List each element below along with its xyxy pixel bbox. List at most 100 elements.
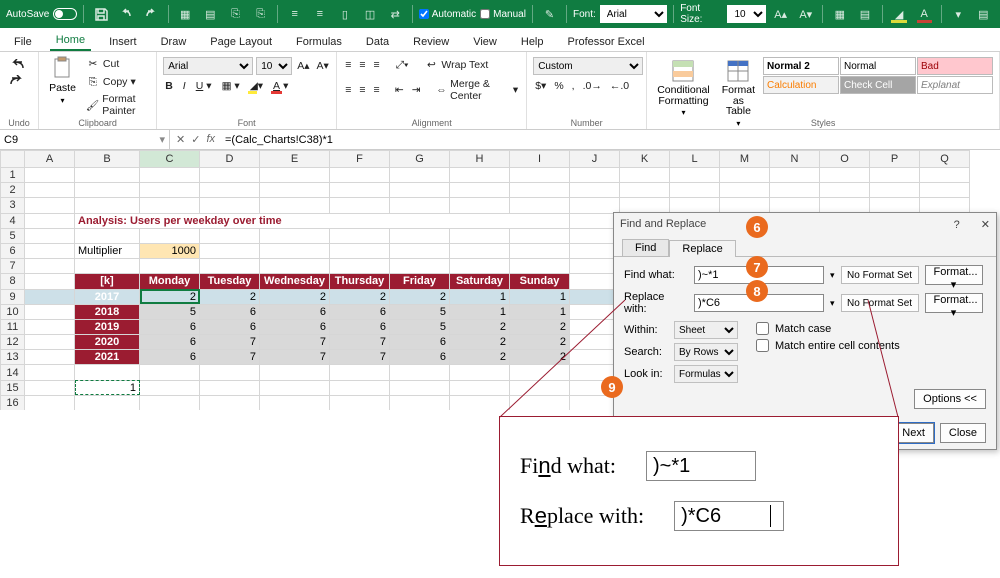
indent-inc-icon[interactable]: ⇥	[410, 83, 423, 97]
cut-button[interactable]: ✂Cut	[84, 56, 150, 72]
column-header[interactable]: L	[670, 151, 720, 168]
column-header[interactable]: B	[75, 151, 140, 168]
cell[interactable]	[570, 274, 620, 289]
column-header[interactable]: O	[820, 151, 870, 168]
percent-icon[interactable]: %	[552, 79, 565, 93]
cell[interactable]	[25, 304, 75, 319]
column-header[interactable]: N	[770, 151, 820, 168]
row-header[interactable]: 7	[1, 259, 25, 274]
cell[interactable]	[25, 395, 75, 410]
cell[interactable]	[510, 243, 570, 258]
cell[interactable]	[450, 228, 510, 243]
conditional-formatting-button[interactable]: Conditional Formatting▾	[653, 57, 714, 119]
tab-insert[interactable]: Insert	[103, 33, 143, 51]
cell[interactable]	[200, 380, 260, 395]
redo-button[interactable]	[8, 74, 30, 88]
close-button[interactable]: Close	[940, 423, 986, 443]
cell[interactable]: Sunday	[510, 274, 570, 289]
column-header[interactable]: G	[390, 151, 450, 168]
cell[interactable]	[770, 168, 820, 183]
cell[interactable]	[450, 259, 510, 274]
cell[interactable]: 5	[390, 319, 450, 334]
cell[interactable]	[25, 243, 75, 258]
cell[interactable]: 2	[510, 350, 570, 365]
cell[interactable]	[260, 259, 330, 274]
cell[interactable]	[450, 168, 510, 183]
cell[interactable]	[870, 168, 920, 183]
tab-help[interactable]: Help	[515, 33, 550, 51]
tab-file[interactable]: File	[8, 33, 38, 51]
cell[interactable]	[25, 365, 75, 380]
cell[interactable]	[25, 198, 75, 213]
brush-icon[interactable]: ✎	[539, 3, 560, 25]
match-case-checkbox[interactable]: Match case	[756, 322, 900, 335]
fill-color-button[interactable]: ◢▾	[248, 79, 265, 93]
formula-input[interactable]	[221, 134, 1000, 146]
copy-button[interactable]: ⎘Copy ▾	[84, 74, 150, 90]
cell[interactable]: 1	[510, 304, 570, 319]
undo-icon[interactable]	[115, 3, 136, 25]
cell[interactable]	[450, 380, 510, 395]
row-header[interactable]: 4	[1, 213, 25, 228]
cell[interactable]	[260, 380, 330, 395]
cell[interactable]: 2019	[75, 319, 140, 334]
qat-icon[interactable]: ▾	[948, 3, 969, 25]
cell[interactable]	[140, 259, 200, 274]
cell[interactable]	[920, 168, 970, 183]
cell[interactable]	[510, 395, 570, 410]
column-header[interactable]: E	[260, 151, 330, 168]
cell[interactable]	[510, 365, 570, 380]
cell[interactable]	[390, 183, 450, 198]
cell[interactable]: 2020	[75, 335, 140, 350]
cell[interactable]	[570, 213, 620, 228]
column-header[interactable]: C	[140, 151, 200, 168]
cell[interactable]	[920, 198, 970, 213]
align-bot-icon[interactable]: ≡	[371, 58, 381, 72]
cell[interactable]	[620, 183, 670, 198]
select-all-cell[interactable]	[1, 151, 25, 168]
cell[interactable]	[140, 380, 200, 395]
cell[interactable]	[140, 183, 200, 198]
cell[interactable]	[200, 198, 260, 213]
column-header[interactable]: I	[510, 151, 570, 168]
manual-checkbox[interactable]: Manual	[480, 9, 526, 20]
cell[interactable]: 6	[200, 319, 260, 334]
save-icon[interactable]	[90, 3, 111, 25]
underline-button[interactable]: U ▾	[194, 79, 214, 93]
cell[interactable]: 6	[390, 350, 450, 365]
autosave-toggle[interactable]: AutoSave	[6, 8, 77, 20]
cell[interactable]	[770, 183, 820, 198]
cell[interactable]	[260, 228, 330, 243]
cell[interactable]: Tuesday	[200, 274, 260, 289]
cell[interactable]: Thursday	[330, 274, 390, 289]
row-header[interactable]: 15	[1, 380, 25, 395]
column-header[interactable]: Q	[920, 151, 970, 168]
row-header[interactable]: 5	[1, 228, 25, 243]
cell[interactable]: 6	[260, 304, 330, 319]
font-family-select[interactable]: Arial	[600, 5, 667, 23]
cell[interactable]: 7	[200, 350, 260, 365]
tab-formulas[interactable]: Formulas	[290, 33, 348, 51]
qat-icon[interactable]: ⇄	[385, 3, 406, 25]
cell[interactable]	[140, 168, 200, 183]
cell[interactable]	[75, 168, 140, 183]
cell[interactable]	[390, 365, 450, 380]
cell[interactable]: 6	[200, 304, 260, 319]
row-header[interactable]: 9	[1, 289, 25, 304]
cell[interactable]	[720, 183, 770, 198]
cell[interactable]	[570, 304, 620, 319]
tab-draw[interactable]: Draw	[155, 33, 193, 51]
qat-icon[interactable]: ◫	[359, 3, 380, 25]
font-size-select[interactable]: 10	[727, 5, 766, 23]
help-icon[interactable]: ?	[954, 219, 960, 231]
cell[interactable]: 2	[450, 319, 510, 334]
style-check-cell[interactable]: Check Cell	[840, 76, 916, 94]
row-header[interactable]: 6	[1, 243, 25, 258]
cell[interactable]: 7	[330, 350, 390, 365]
cell[interactable]: [k]	[75, 274, 140, 289]
cell[interactable]	[870, 183, 920, 198]
align-center-icon[interactable]: ≡	[357, 83, 367, 97]
cell[interactable]	[390, 198, 450, 213]
cell[interactable]	[770, 198, 820, 213]
cell[interactable]: 2	[450, 335, 510, 350]
